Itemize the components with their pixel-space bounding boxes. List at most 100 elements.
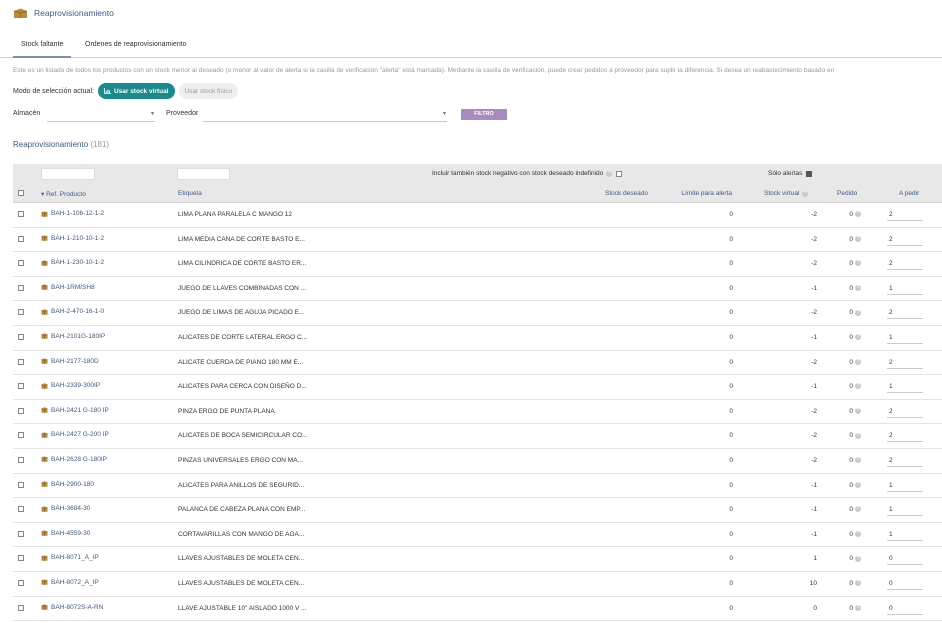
box-icon bbox=[41, 358, 48, 364]
row-checkbox[interactable] bbox=[18, 506, 24, 513]
product-ref-link[interactable]: BAH-3684-30 bbox=[41, 505, 90, 512]
row-checkbox[interactable] bbox=[18, 481, 24, 488]
product-ref-link[interactable]: BAH-8072S-A-RN bbox=[41, 604, 103, 611]
row-checkbox[interactable] bbox=[18, 579, 24, 586]
virtual-stock-button[interactable]: Usar stock virtual bbox=[97, 83, 175, 99]
product-ref-link[interactable]: BAH-1-210-10-1-2 bbox=[41, 235, 104, 242]
row-checkbox[interactable] bbox=[18, 530, 24, 537]
col-ref[interactable]: ▾ Ref. Producto bbox=[41, 190, 86, 198]
product-label: ALICATES DE CORTE LATERAL ERGO C... bbox=[178, 333, 308, 341]
ref-search-input[interactable] bbox=[41, 168, 95, 180]
virtual-stock: -2 bbox=[811, 432, 817, 440]
to-order-input[interactable]: 0 bbox=[887, 552, 923, 566]
to-order-input[interactable]: 1 bbox=[887, 528, 923, 541]
row-checkbox[interactable] bbox=[18, 432, 24, 439]
row-checkbox[interactable] bbox=[18, 333, 24, 340]
product-label: ALICATES DE BOCA SEMICIRCULAR CO... bbox=[178, 432, 308, 440]
product-label: JUEGO DE LIMAS DE AGUJA PICADO E... bbox=[178, 309, 305, 317]
info-icon: ? bbox=[802, 191, 809, 197]
product-ref-link[interactable]: BAH-4559-30 bbox=[41, 530, 90, 537]
product-ref: BAH-8072_A_IP bbox=[51, 578, 99, 586]
product-ref-link[interactable]: BAH-2101G-180IP bbox=[41, 333, 105, 340]
to-order-input[interactable]: 1 bbox=[887, 380, 923, 394]
filter-button[interactable]: FILTRO bbox=[461, 109, 507, 120]
product-ref: BAH-1-210-10-1-2 bbox=[51, 234, 105, 242]
row-checkbox[interactable] bbox=[18, 604, 24, 611]
table-row: BAH-2-470-16-1-0 JUEGO DE LIMAS DE AGUJA … bbox=[13, 301, 942, 326]
info-icon: ? bbox=[606, 170, 613, 177]
product-ref-link[interactable]: BAH-2-470-16-1-0 bbox=[41, 308, 104, 315]
to-order-input[interactable]: 1 bbox=[887, 479, 923, 492]
tab-ordenes-reaprovisionamiento[interactable]: Ordenes de reaprovisionamiento bbox=[77, 36, 195, 58]
product-label: LLAVE AJUSTABLE 10" AISLADO 1000 V ... bbox=[178, 604, 307, 612]
row-checkbox[interactable] bbox=[18, 284, 24, 291]
product-ref-link[interactable]: BAH-2427 G-200 IP bbox=[41, 431, 109, 438]
to-order-input[interactable]: 0 bbox=[887, 602, 923, 615]
info-icon: ? bbox=[855, 432, 861, 439]
supplier-select[interactable]: ▼ bbox=[202, 108, 447, 122]
to-order-input[interactable]: 1 bbox=[887, 503, 923, 517]
to-order-input[interactable]: 2 bbox=[887, 306, 923, 320]
to-order-input[interactable]: 2 bbox=[887, 429, 923, 443]
row-checkbox[interactable] bbox=[18, 211, 24, 217]
to-order-input[interactable]: 2 bbox=[887, 257, 923, 271]
only-alerts-checkbox[interactable] bbox=[806, 170, 813, 177]
alert-limit: 0 bbox=[729, 456, 733, 464]
to-order-input[interactable]: 0 bbox=[887, 577, 923, 590]
table-row: BAH-2101G-180IP ALICATES DE CORTE LATERAL… bbox=[13, 326, 942, 351]
to-order-input[interactable]: 2 bbox=[887, 208, 923, 221]
include-negative-checkbox[interactable] bbox=[616, 170, 623, 177]
alert-limit: 0 bbox=[729, 309, 733, 317]
product-ref-link[interactable]: BAH-2339-300IP bbox=[41, 382, 100, 389]
product-ref-link[interactable]: BAH-1-106-12-1-2 bbox=[41, 210, 104, 217]
info-icon: ? bbox=[855, 235, 861, 242]
product-ref-link[interactable]: BAH-2900-180 bbox=[41, 481, 94, 488]
virtual-stock: -1 bbox=[811, 481, 817, 489]
col-virtual-label[interactable]: Stock virtual bbox=[764, 190, 799, 197]
to-order-input[interactable]: 2 bbox=[887, 356, 923, 369]
table-row: BAH-1RM/SH8 JUEGO DE LLAVES COMBINADAS CO… bbox=[13, 277, 942, 302]
row-checkbox[interactable] bbox=[18, 358, 24, 365]
product-ref-link[interactable]: BAH-8072_A_IP bbox=[41, 579, 99, 586]
product-ref: BAH-2900-180 bbox=[51, 480, 94, 488]
tab-stock-faltante[interactable]: Stock faltante bbox=[13, 36, 72, 58]
product-ref-link[interactable]: BAH-1-230-10-1-2 bbox=[41, 259, 104, 266]
row-checkbox[interactable] bbox=[18, 383, 24, 390]
info-icon: ? bbox=[855, 604, 861, 611]
ordered-qty: 0 bbox=[849, 260, 853, 268]
ordered-qty-cell: 0? bbox=[823, 457, 861, 464]
label-search-input[interactable] bbox=[177, 168, 230, 180]
physical-stock-button[interactable]: Usar stock físico bbox=[178, 83, 239, 99]
to-order-input[interactable]: 1 bbox=[887, 282, 923, 295]
row-checkbox[interactable] bbox=[18, 407, 24, 414]
col-virtual: Stock virtual? bbox=[764, 190, 809, 197]
table-row: BAH-2628 G-180IP PINZAS UNIVERSALES ERGO … bbox=[13, 449, 942, 474]
col-limit[interactable]: Límite para alerta bbox=[653, 190, 732, 197]
warehouse-filter: Almacén ▼ bbox=[13, 108, 158, 122]
alert-limit: 0 bbox=[729, 506, 733, 514]
row-checkbox[interactable] bbox=[18, 456, 24, 463]
virtual-stock: -2 bbox=[811, 358, 817, 366]
to-order-input[interactable]: 2 bbox=[887, 454, 923, 467]
col-desired[interactable]: Stock deseado bbox=[573, 190, 648, 197]
row-checkbox[interactable] bbox=[18, 309, 24, 316]
row-checkbox[interactable] bbox=[18, 260, 24, 267]
col-label[interactable]: Etiqueta bbox=[178, 190, 202, 197]
box-icon bbox=[13, 8, 28, 18]
to-order-input[interactable]: 2 bbox=[887, 233, 923, 246]
row-checkbox[interactable] bbox=[18, 235, 24, 242]
product-ref-link[interactable]: BAH-1RM/SH8 bbox=[41, 284, 95, 291]
ordered-qty-cell: 0? bbox=[823, 260, 861, 267]
product-ref: BAH-2628 G-180IP bbox=[51, 455, 108, 463]
select-all-checkbox[interactable] bbox=[18, 190, 24, 196]
product-ref-link[interactable]: BAH-2628 G-180IP bbox=[41, 456, 107, 463]
product-ref-link[interactable]: BAH-2421 G-180 IP bbox=[41, 407, 109, 414]
warehouse-select[interactable]: ▼ bbox=[47, 108, 155, 122]
info-icon: ? bbox=[855, 555, 861, 562]
to-order-input[interactable]: 1 bbox=[887, 331, 923, 344]
product-ref-link[interactable]: BAH-2177-180D bbox=[41, 358, 99, 365]
product-ref-link[interactable]: BAH-8071_A_IP bbox=[41, 554, 99, 561]
row-checkbox[interactable] bbox=[18, 555, 24, 562]
product-label: LIMA CILINDRICA DE CORTE BASTO ER... bbox=[178, 260, 307, 268]
to-order-input[interactable]: 2 bbox=[887, 405, 923, 418]
